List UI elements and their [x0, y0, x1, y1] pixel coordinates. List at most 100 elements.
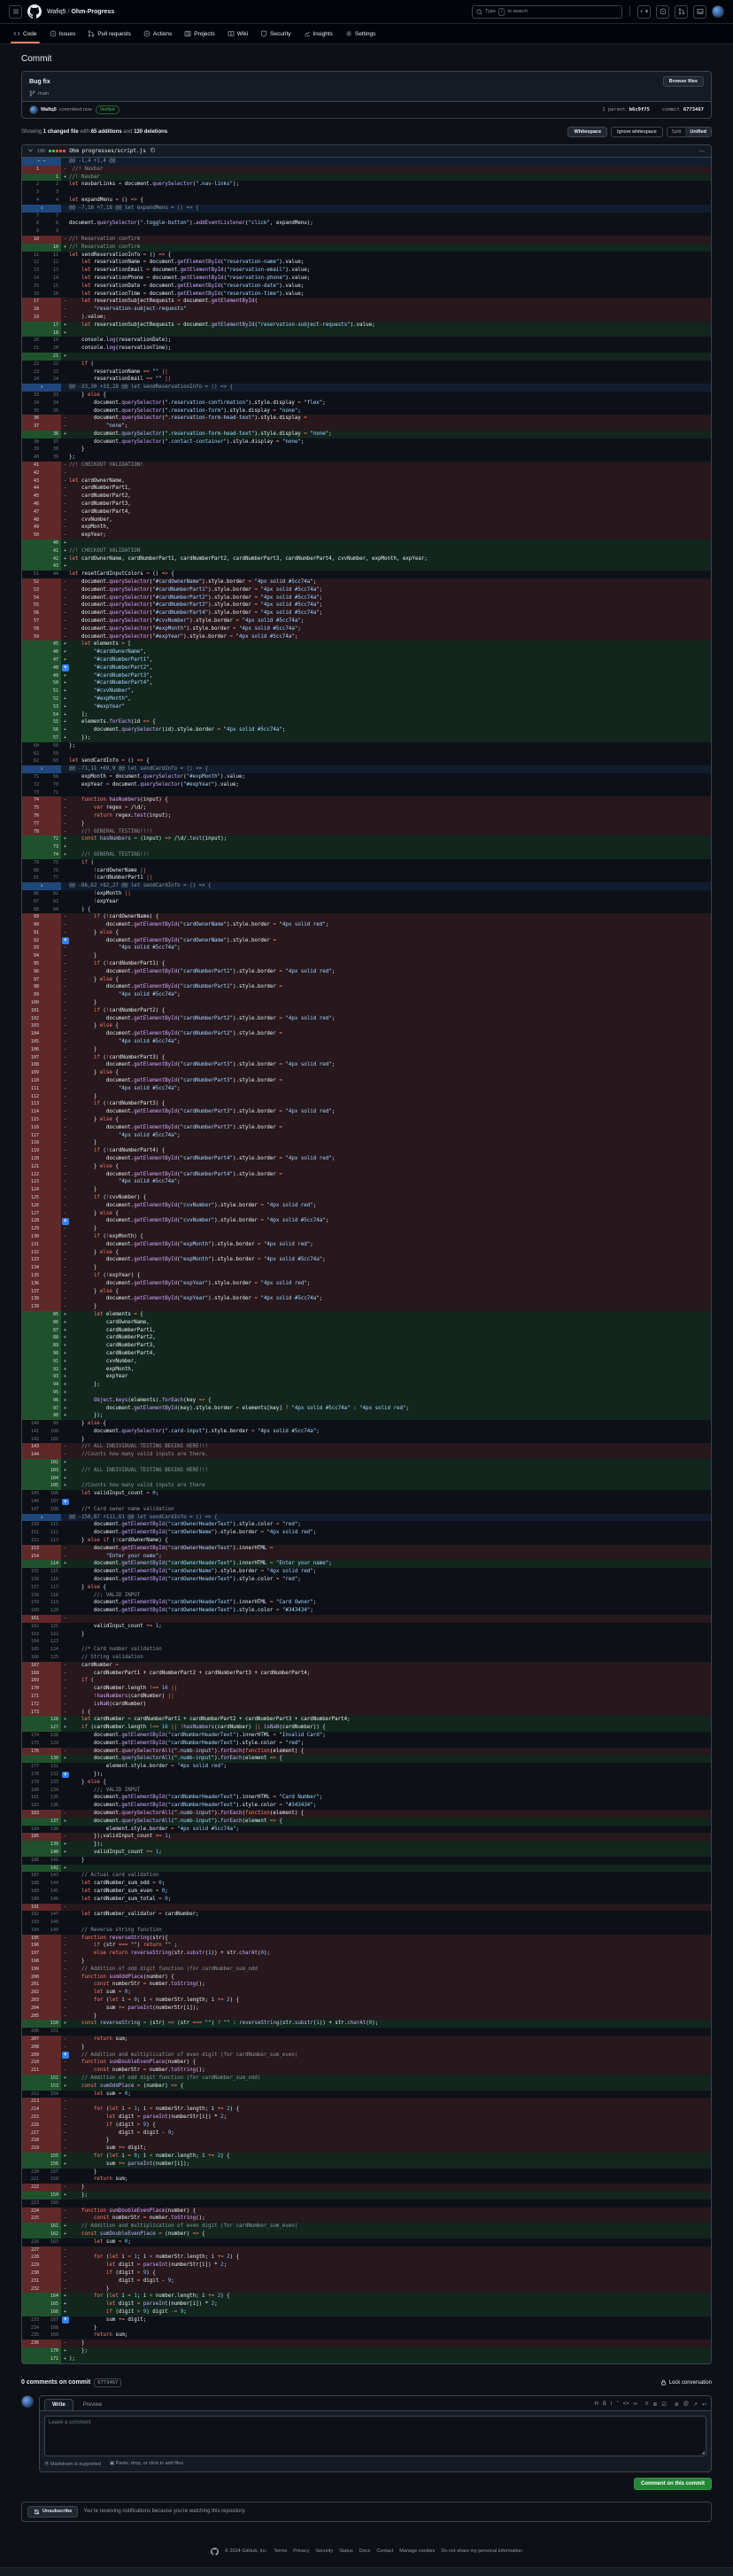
tab-settings[interactable]: Settings: [339, 24, 382, 43]
new-line-number[interactable]: 71: [42, 789, 61, 797]
browse-files-button[interactable]: Browse files: [662, 76, 704, 87]
old-line-number[interactable]: 202: [22, 1989, 42, 1998]
old-line-number[interactable]: 163: [22, 1631, 42, 1639]
old-line-number[interactable]: 36: [22, 415, 42, 423]
old-line-number[interactable]: [22, 710, 42, 719]
new-line-number[interactable]: 36: [42, 430, 61, 438]
new-line-number[interactable]: [42, 936, 61, 945]
code-icon[interactable]: <>: [623, 2401, 629, 2407]
new-line-number[interactable]: [42, 952, 61, 961]
committer-avatar[interactable]: [29, 105, 38, 114]
new-line-number[interactable]: 169: [42, 2332, 61, 2339]
mention-icon[interactable]: @: [683, 2401, 689, 2407]
old-line-number[interactable]: 55: [22, 601, 42, 610]
old-line-number[interactable]: 78: [22, 827, 42, 836]
new-line-number[interactable]: [42, 2121, 61, 2130]
old-line-number[interactable]: 13: [22, 267, 42, 275]
old-line-number[interactable]: 42: [22, 469, 42, 477]
new-line-number[interactable]: 97: [42, 1404, 61, 1413]
new-line-number[interactable]: 138: [42, 1826, 61, 1834]
footer-link[interactable]: Status: [339, 2549, 353, 2554]
new-line-number[interactable]: 23: [42, 369, 61, 376]
old-line-number[interactable]: 50: [22, 531, 42, 540]
new-line-number[interactable]: [42, 493, 61, 501]
new-line-number[interactable]: 142: [42, 1864, 61, 1873]
new-line-number[interactable]: [42, 1162, 61, 1171]
old-line-number[interactable]: 75: [22, 804, 42, 812]
old-line-number[interactable]: 181: [22, 1794, 42, 1802]
new-line-number[interactable]: [42, 165, 61, 174]
old-line-number[interactable]: 139: [22, 1303, 42, 1311]
old-line-number[interactable]: [22, 321, 42, 330]
old-line-number[interactable]: [22, 2160, 42, 2169]
old-line-number[interactable]: [22, 1817, 42, 1826]
new-line-number[interactable]: 166: [42, 2308, 61, 2316]
old-line-number[interactable]: [22, 243, 42, 252]
old-line-number[interactable]: [22, 1459, 42, 1467]
new-line-number[interactable]: 44: [42, 570, 61, 578]
new-line-number[interactable]: 124: [42, 1646, 61, 1654]
expand-hunk-button[interactable]: ↕: [22, 384, 61, 392]
new-line-number[interactable]: [42, 983, 61, 992]
new-line-number[interactable]: [42, 500, 61, 508]
new-line-number[interactable]: 144: [42, 1880, 61, 1888]
old-line-number[interactable]: 166: [22, 1654, 42, 1662]
old-line-number[interactable]: [22, 1560, 42, 1569]
old-line-number[interactable]: 185: [22, 1833, 42, 1842]
new-line-number[interactable]: 82: [42, 890, 61, 898]
new-line-number[interactable]: 8: [42, 220, 61, 228]
old-line-number[interactable]: 170: [22, 1685, 42, 1693]
new-line-number[interactable]: 39: [42, 454, 61, 462]
old-line-number[interactable]: 21: [22, 345, 42, 353]
new-line-number[interactable]: 148: [42, 1919, 61, 1927]
expand-hunk-button[interactable]: ⋯ ⋯: [22, 158, 61, 166]
new-line-number[interactable]: [42, 485, 61, 493]
tab-actions[interactable]: Actions: [137, 24, 178, 43]
new-line-number[interactable]: 130: [42, 1755, 61, 1764]
new-line-number[interactable]: [42, 2207, 61, 2215]
new-line-number[interactable]: 102: [42, 1459, 61, 1467]
old-line-number[interactable]: 118: [22, 1139, 42, 1148]
collapse-file-icon[interactable]: [27, 147, 34, 155]
old-line-number[interactable]: 17: [22, 298, 42, 306]
old-line-number[interactable]: 112: [22, 1092, 42, 1101]
old-line-number[interactable]: 127: [22, 1209, 42, 1218]
old-line-number[interactable]: 87: [22, 898, 42, 906]
old-line-number[interactable]: 235: [22, 2332, 42, 2339]
new-line-number[interactable]: [42, 1053, 61, 1062]
old-line-number[interactable]: 159: [22, 1599, 42, 1607]
new-line-number[interactable]: [42, 1669, 61, 1678]
new-line-number[interactable]: [42, 1451, 61, 1460]
new-line-number[interactable]: [42, 601, 61, 610]
new-line-number[interactable]: [42, 1186, 61, 1194]
tab-pull-requests[interactable]: Pull requests: [81, 24, 137, 43]
new-line-number[interactable]: [42, 313, 61, 322]
new-line-number[interactable]: [42, 2012, 61, 2021]
new-line-number[interactable]: 84: [42, 906, 61, 914]
new-line-number[interactable]: [42, 999, 61, 1007]
new-line-number[interactable]: [42, 1193, 61, 1202]
new-line-number[interactable]: [42, 1092, 61, 1101]
old-line-number[interactable]: 173: [22, 1708, 42, 1717]
new-line-number[interactable]: [42, 2269, 61, 2277]
new-line-number[interactable]: 135: [42, 1794, 61, 1802]
old-line-number[interactable]: 210: [22, 2059, 42, 2068]
old-line-number[interactable]: 45: [22, 493, 42, 501]
old-line-number[interactable]: 49: [22, 524, 42, 532]
new-line-number[interactable]: 53: [42, 702, 61, 711]
new-line-number[interactable]: [42, 944, 61, 953]
new-line-number[interactable]: 132: [42, 1771, 61, 1779]
expand-hunk-button[interactable]: ↕: [22, 882, 61, 890]
old-line-number[interactable]: [22, 1474, 42, 1483]
old-line-number[interactable]: 3: [22, 189, 42, 197]
old-line-number[interactable]: 174: [22, 1732, 42, 1740]
old-line-number[interactable]: 206: [22, 2028, 42, 2036]
old-line-number[interactable]: 119: [22, 1147, 42, 1155]
old-line-number[interactable]: 207: [22, 2036, 42, 2044]
new-line-number[interactable]: [42, 2043, 61, 2052]
new-line-number[interactable]: 34: [42, 400, 61, 407]
old-line-number[interactable]: 189: [22, 1888, 42, 1896]
old-line-number[interactable]: [22, 1466, 42, 1475]
new-line-number[interactable]: [42, 1443, 61, 1452]
old-line-number[interactable]: 104: [22, 1030, 42, 1039]
